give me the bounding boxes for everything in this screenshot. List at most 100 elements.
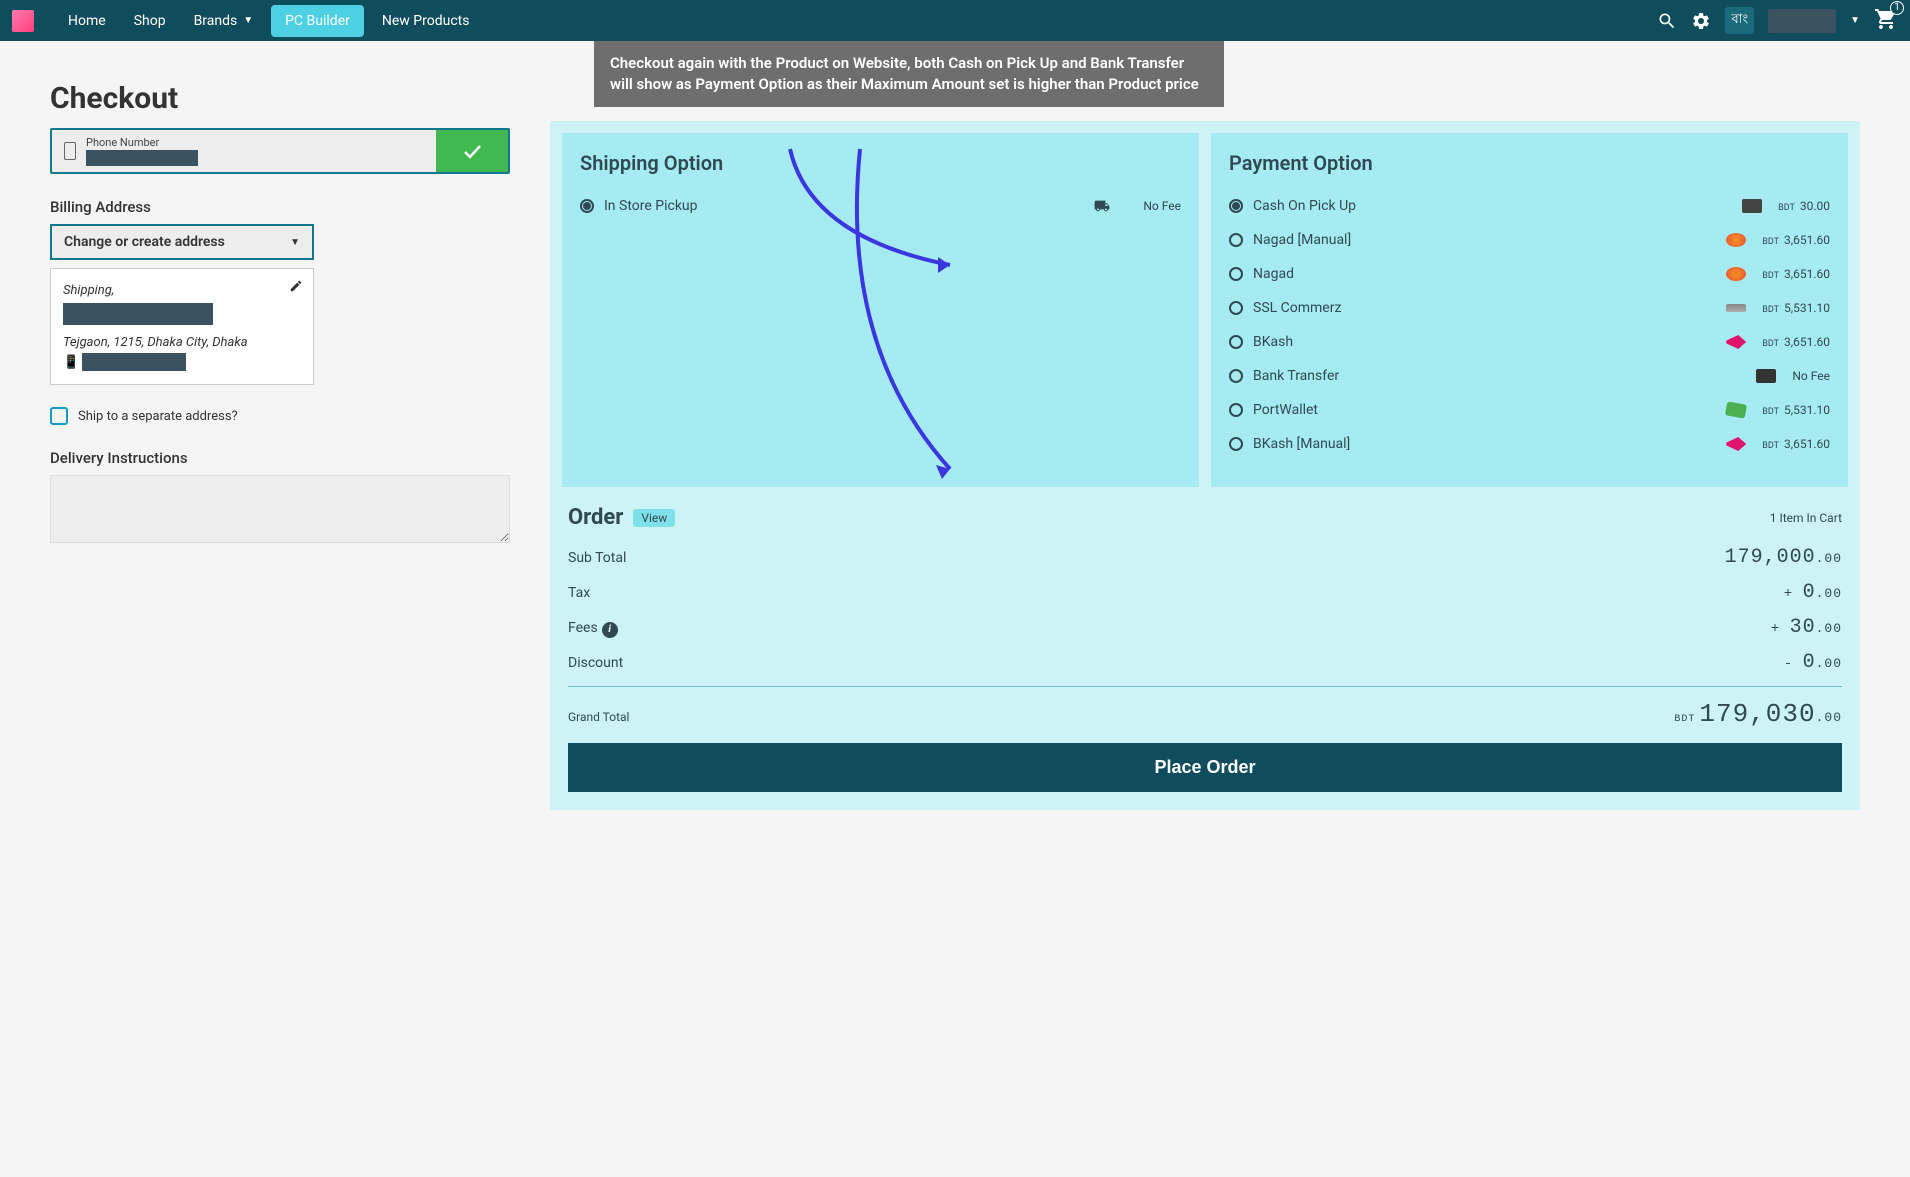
- order-subtotal-label: Sub Total: [568, 550, 626, 566]
- checkout-right-column: Shipping Option In Store Pickup No Fee P…: [550, 61, 1860, 810]
- payment-option-fee: No Fee: [1792, 369, 1830, 383]
- nav-links: Home Shop Brands ▼ PC Builder New Produc…: [54, 5, 483, 37]
- profile-menu[interactable]: [1768, 9, 1836, 33]
- shipping-option-panel: Shipping Option In Store Pickup No Fee: [562, 133, 1199, 487]
- payment-option-bkash[interactable]: BKash BDT 3,651.60: [1211, 325, 1848, 359]
- order-section: Order View 1 Item In Cart Sub Total 179,…: [562, 487, 1848, 798]
- shipping-option-label: In Store Pickup: [604, 198, 1081, 214]
- bkash-icon: [1726, 437, 1746, 451]
- order-row-subtotal: Sub Total 179,000.00: [568, 540, 1842, 575]
- chevron-down-icon[interactable]: ▼: [1850, 15, 1860, 26]
- ship-separate-row: Ship to a separate address?: [50, 407, 510, 425]
- radio-icon: [1229, 437, 1243, 451]
- bkash-icon: [1726, 335, 1746, 349]
- nav-shop[interactable]: Shop: [120, 5, 180, 37]
- nagad-icon: [1726, 267, 1746, 281]
- shipping-option-fee: No Fee: [1143, 199, 1181, 213]
- bank-icon: [1756, 369, 1776, 383]
- order-fees-label: Feesi: [568, 620, 618, 638]
- shipping-option-instore[interactable]: In Store Pickup No Fee: [562, 189, 1199, 223]
- nagad-icon: [1726, 233, 1746, 247]
- order-discount-sign: -: [1784, 656, 1803, 672]
- brand-logo[interactable]: [12, 10, 34, 32]
- phone-confirm-button[interactable]: [436, 130, 508, 172]
- radio-icon: [1229, 199, 1243, 213]
- nav-home[interactable]: Home: [54, 5, 120, 37]
- address-line2: Tejgaon, 1215, Dhaka City, Dhaka: [63, 333, 301, 353]
- payment-option-fee: BDT 30.00: [1778, 199, 1830, 213]
- delivery-instructions-input[interactable]: [50, 475, 510, 543]
- payment-option-cash-on-pick-up[interactable]: Cash On Pick UpBDT 30.00: [1211, 189, 1848, 223]
- payment-option-label: BKash [Manual]: [1253, 436, 1716, 452]
- payment-option-panel: Payment Option Cash On Pick UpBDT 30.00N…: [1211, 133, 1848, 487]
- payment-option-nagad-manual-[interactable]: Nagad [Manual]BDT 3,651.60: [1211, 223, 1848, 257]
- order-fees-int: 30: [1790, 616, 1816, 639]
- radio-icon: [1229, 233, 1243, 247]
- payment-option-label: BKash: [1253, 334, 1716, 350]
- radio-icon: [1229, 335, 1243, 349]
- payment-option-label: SSL Commerz: [1253, 300, 1716, 316]
- payment-option-fee: BDT 3,651.60: [1762, 335, 1830, 349]
- info-icon[interactable]: i: [602, 622, 618, 638]
- radio-icon: [580, 199, 594, 213]
- address-card: Shipping, Tejgaon, 1215, Dhaka City, Dha…: [50, 268, 314, 385]
- phone-value-masked[interactable]: [86, 150, 198, 166]
- payment-option-fee: BDT 3,651.60: [1762, 437, 1830, 451]
- order-tax-dec: .00: [1816, 586, 1842, 601]
- order-tax-sign: +: [1784, 586, 1803, 602]
- payment-option-label: Bank Transfer: [1253, 368, 1746, 384]
- order-discount-dec: .00: [1816, 656, 1842, 671]
- annotation-banner: Checkout again with the Product on Websi…: [594, 41, 1224, 107]
- nav-brands[interactable]: Brands ▼: [180, 5, 268, 37]
- payment-option-nagad[interactable]: NagadBDT 3,651.60: [1211, 257, 1848, 291]
- payment-option-title: Payment Option: [1211, 151, 1848, 189]
- order-view-link[interactable]: View: [633, 509, 675, 527]
- order-item-count: 1 Item In Cart: [1770, 511, 1842, 525]
- order-row-tax: Tax + 0.00: [568, 575, 1842, 610]
- payment-option-bank-transfer[interactable]: Bank Transfer No Fee: [1211, 359, 1848, 393]
- payment-option-ssl-commerz[interactable]: SSL CommerzBDT 5,531.10: [1211, 291, 1848, 325]
- order-grand-dec: .00: [1816, 710, 1842, 725]
- checkout-left-column: Checkout Phone Number Billing Address Ch…: [50, 61, 510, 810]
- navbar-right: বাং ▼ 1: [1657, 7, 1898, 35]
- truck-icon: [1091, 198, 1113, 214]
- cart-button[interactable]: 1: [1874, 7, 1898, 35]
- radio-icon: [1229, 403, 1243, 417]
- ship-separate-checkbox[interactable]: [50, 407, 68, 425]
- wallet-icon: [1742, 199, 1762, 213]
- ship-separate-label: Ship to a separate address?: [78, 409, 238, 424]
- order-subtotal-dec: .00: [1816, 551, 1842, 566]
- nav-pc-builder[interactable]: PC Builder: [271, 5, 364, 37]
- order-grand-label: Grand Total: [568, 710, 629, 724]
- payment-option-label: Nagad: [1253, 266, 1716, 282]
- language-badge[interactable]: বাং: [1725, 7, 1754, 34]
- edit-icon[interactable]: [289, 279, 303, 293]
- order-grand-currency: BDT: [1674, 714, 1695, 725]
- page: Checkout again with the Product on Websi…: [0, 41, 1910, 850]
- search-icon[interactable]: [1657, 11, 1677, 31]
- page-title: Checkout: [50, 81, 510, 116]
- radio-icon: [1229, 301, 1243, 315]
- order-tax-int: 0: [1803, 581, 1816, 604]
- order-row-grand-total: Grand Total BDT179,030.00: [568, 693, 1842, 735]
- order-title: Order: [568, 505, 623, 530]
- change-address-dropdown[interactable]: Change or create address ▼: [50, 224, 314, 260]
- payment-option-label: PortWallet: [1253, 402, 1716, 418]
- phone-label: Phone Number: [86, 136, 198, 149]
- port-icon: [1725, 401, 1747, 418]
- check-icon: [460, 139, 484, 163]
- payment-option-label: Nagad [Manual]: [1253, 232, 1716, 248]
- address-line1: Shipping,: [63, 281, 301, 301]
- checkout-summary-box: Shipping Option In Store Pickup No Fee P…: [550, 121, 1860, 810]
- cart-count-badge: 1: [1890, 1, 1904, 15]
- payment-option-portwallet[interactable]: PortWalletBDT 5,531.10: [1211, 393, 1848, 427]
- payment-option-bkash-manual-[interactable]: BKash [Manual] BDT 3,651.60: [1211, 427, 1848, 461]
- gear-icon[interactable]: [1691, 11, 1711, 31]
- chevron-down-icon: ▼: [290, 237, 300, 248]
- order-discount-label: Discount: [568, 655, 623, 671]
- radio-icon: [1229, 267, 1243, 281]
- place-order-button[interactable]: Place Order: [568, 743, 1842, 792]
- nav-new-products[interactable]: New Products: [368, 5, 484, 37]
- nav-brands-label: Brands: [194, 13, 238, 29]
- order-row-discount: Discount - 0.00: [568, 645, 1842, 680]
